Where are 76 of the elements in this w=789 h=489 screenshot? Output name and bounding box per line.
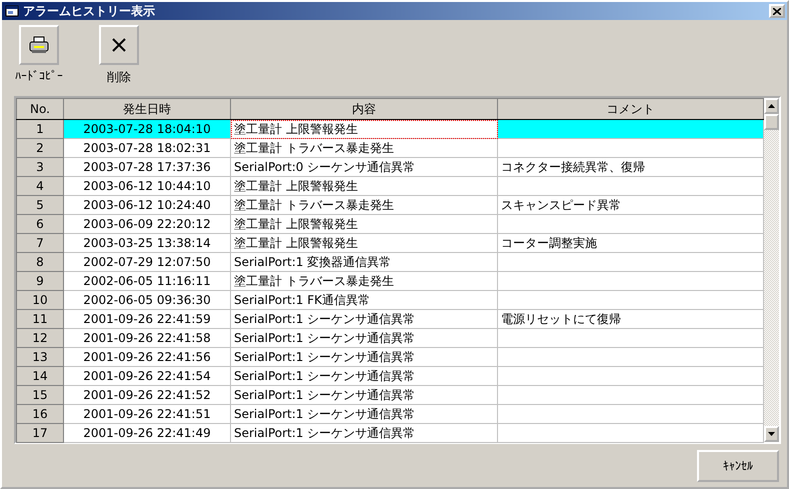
row-number[interactable]: 5 [16,196,64,214]
column-header[interactable]: コメント [498,98,764,120]
row-number[interactable]: 11 [16,310,64,328]
table-cell: 2002-07-29 12:07:50 [64,252,230,272]
row-number[interactable]: 6 [16,214,64,234]
column-header[interactable]: No. [16,98,64,120]
table-cell: SerialPort:1 シーケンサ通信異常 [230,328,498,348]
scroll-thumb[interactable] [764,114,779,130]
table-cell: コネクター接続異常、復帰 [498,158,764,176]
row-number[interactable]: 10 [16,290,64,310]
table-cell: 2003-06-09 22:20:12 [64,214,230,234]
table-cell: 塗工量計 トラバース暴走発生 [230,138,498,158]
row-number[interactable]: 15 [16,386,64,404]
table-cell: 2003-06-12 10:44:10 [64,176,230,196]
table-cell: 塗工量計 上限警報発生 [230,234,498,252]
table-cell: 2001-09-26 22:41:52 [64,386,230,404]
table-cell: 2003-07-28 18:04:10 [64,120,230,138]
window-icon [5,5,19,17]
table-cell: 2003-07-28 17:37:36 [64,158,230,176]
down-arrow-icon [768,432,775,436]
table-cell: 2002-06-05 09:36:30 [64,290,230,310]
window-title: アラームヒストリー表示 [23,2,156,20]
row-number[interactable]: 3 [16,158,64,176]
table-cell: 塗工量計 上限警報発生 [230,120,498,138]
table-cell: 2003-03-25 13:38:14 [64,234,230,252]
table-cell: SerialPort:0 シーケンサ通信異常 [230,158,498,176]
table-cell: 塗工量計 上限警報発生 [230,214,498,234]
table-cell: SerialPort:1 シーケンサ通信異常 [230,386,498,404]
table-cell: 2002-06-05 11:16:11 [64,272,230,290]
table-cell: 2001-09-26 22:41:51 [64,404,230,424]
table-cell: SerialPort:1 FK通信異常 [230,290,498,310]
scroll-up-button[interactable] [764,98,779,114]
table-cell: スキャンスピード異常 [498,196,764,214]
table-cell: 電源リセットにて復帰 [498,310,764,328]
table-cell: 2001-09-26 22:41:59 [64,310,230,328]
table-cell: SerialPort:1 シーケンサ通信異常 [230,424,498,442]
toolbar-label: ﾊｰﾄﾞｺﾋﾟｰ [15,69,63,83]
printer-icon [29,36,49,54]
row-number[interactable]: 12 [16,328,64,348]
table-cell: 2001-09-26 22:41:54 [64,366,230,386]
table-cell: SerialPort:1 シーケンサ通信異常 [230,366,498,386]
column-header[interactable]: 内容 [230,98,498,120]
table-cell: 塗工量計 上限警報発生 [230,176,498,196]
table-cell: 2001-09-26 22:41:58 [64,328,230,348]
table-cell: SerialPort:1 変換器通信異常 [230,252,498,272]
table-cell: 2001-09-26 22:41:49 [64,424,230,442]
cancel-button[interactable]: ｷｬﾝｾﾙ [697,450,779,482]
row-number[interactable]: 17 [16,424,64,442]
toolbar-label: 削除 [107,69,131,86]
table-cell: 2003-07-28 18:02:31 [64,138,230,158]
row-number[interactable]: 1 [16,120,64,138]
table-cell: 塗工量計 トラバース暴走発生 [230,196,498,214]
delete-button[interactable] [99,25,139,65]
up-arrow-icon [768,104,775,108]
row-number[interactable]: 4 [16,176,64,196]
row-number[interactable]: 13 [16,348,64,366]
row-number[interactable]: 14 [16,366,64,386]
column-header[interactable]: 発生日時 [64,98,230,120]
table-cell: SerialPort:1 シーケンサ通信異常 [230,404,498,424]
close-button[interactable] [769,4,785,18]
close-icon [773,8,781,14]
row-number[interactable]: 9 [16,272,64,290]
vertical-scrollbar[interactable] [764,98,779,442]
row-number[interactable]: 16 [16,404,64,424]
table-cell: 2003-06-12 10:24:40 [64,196,230,214]
table-cell: 2001-09-26 22:41:56 [64,348,230,366]
delete-icon [111,37,127,53]
row-number[interactable]: 8 [16,252,64,272]
table-cell: SerialPort:1 シーケンサ通信異常 [230,348,498,366]
row-number[interactable]: 2 [16,138,64,158]
table-cell: コーター調整実施 [498,234,764,252]
print-button[interactable] [19,25,59,65]
table-cell: SerialPort:1 シーケンサ通信異常 [230,310,498,328]
row-number[interactable]: 7 [16,234,64,252]
table-cell: 塗工量計 トラバース暴走発生 [230,272,498,290]
scroll-down-button[interactable] [764,426,779,442]
